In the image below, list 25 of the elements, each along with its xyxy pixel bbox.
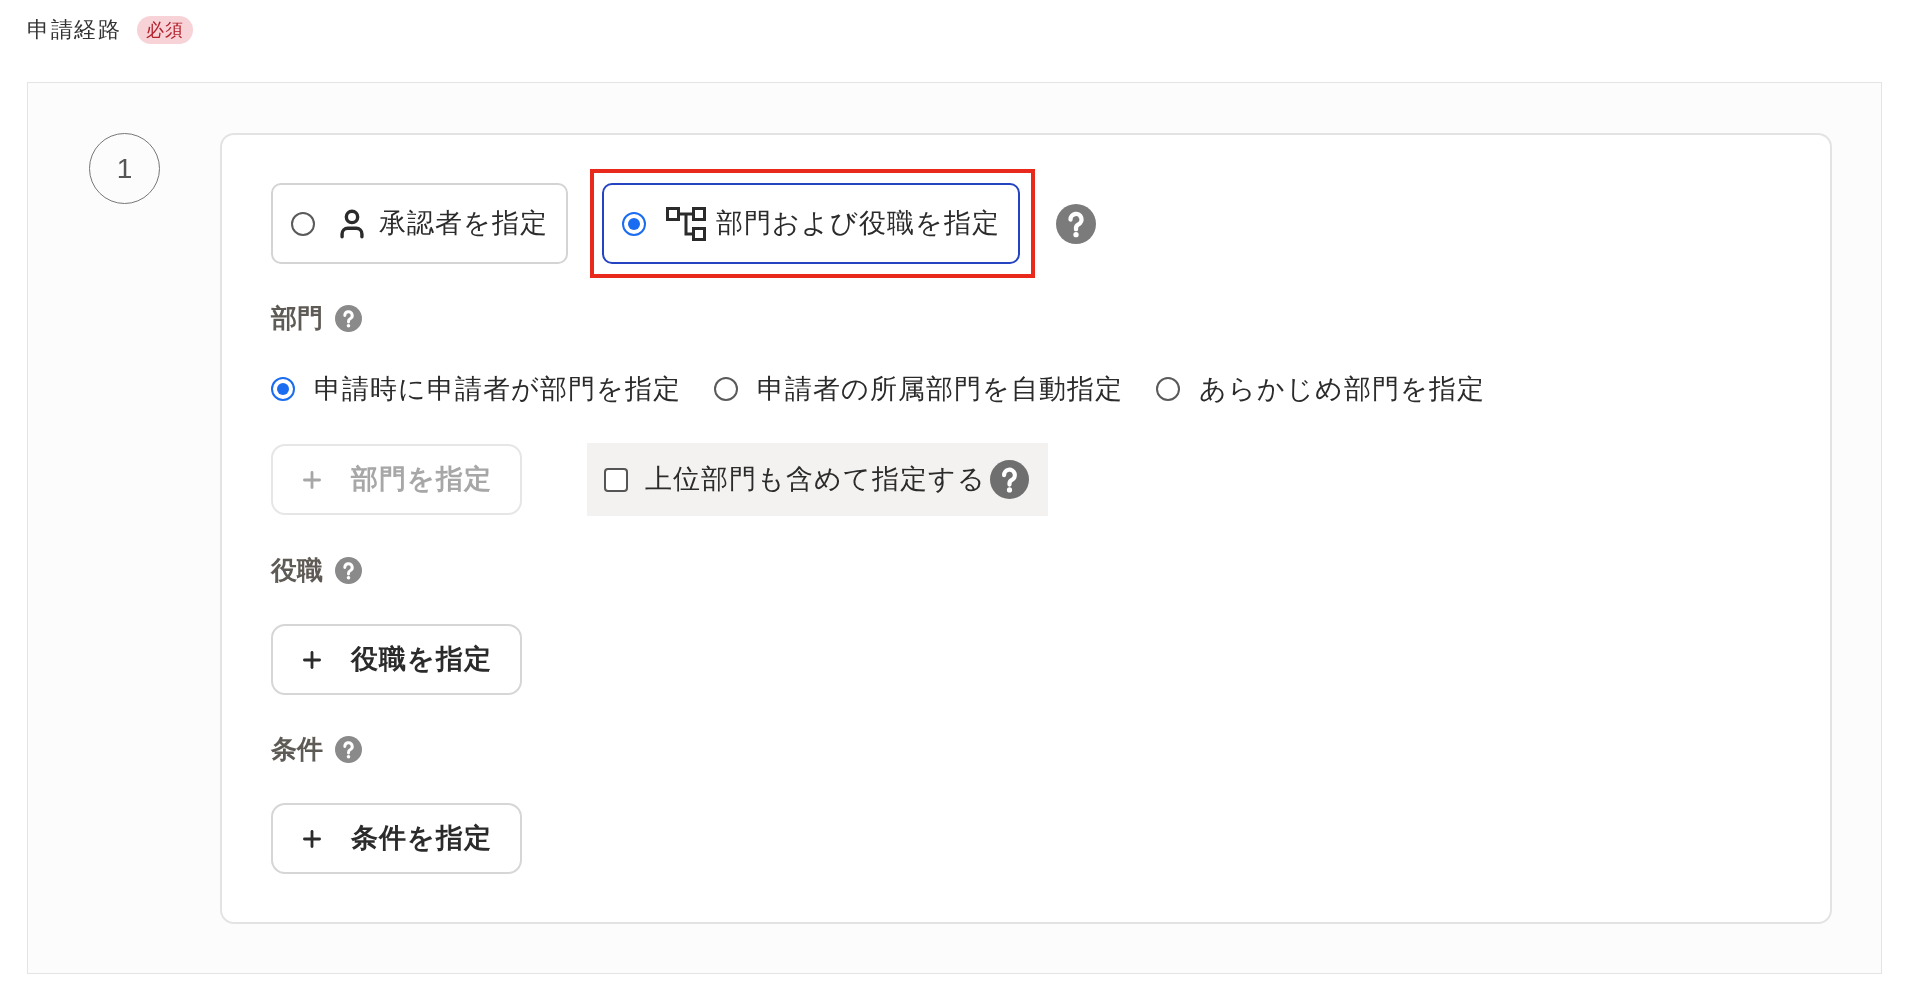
radio-button[interactable] <box>714 377 738 401</box>
field-label: 申請経路 <box>27 19 121 41</box>
required-badge: 必須 <box>137 16 193 44</box>
help-icon[interactable] <box>335 735 362 763</box>
approver-mode-option[interactable]: 承認者を指定 <box>271 183 568 264</box>
approver-mode-option[interactable]: 部門および役職を指定 <box>602 183 1020 264</box>
help-icon[interactable] <box>990 460 1029 499</box>
section-label: 部門 <box>271 305 323 331</box>
radio-option[interactable]: あらかじめ部門を指定 <box>1156 368 1485 410</box>
help-icon[interactable] <box>335 556 362 584</box>
org-chart-icon <box>666 206 706 241</box>
add-button[interactable]: 条件を指定 <box>271 803 522 874</box>
help-icon[interactable] <box>1056 203 1096 244</box>
radio-button[interactable] <box>622 211 646 236</box>
add-button[interactable]: 役職を指定 <box>271 624 522 695</box>
radio-button[interactable] <box>291 211 315 236</box>
section-label: 役職 <box>271 557 323 583</box>
radio-button[interactable] <box>271 377 295 401</box>
help-icon[interactable] <box>335 304 362 332</box>
checkbox[interactable] <box>604 467 628 492</box>
radio-button[interactable] <box>1156 377 1180 401</box>
radio-option[interactable]: 申請者の所属部門を自動指定 <box>714 368 1123 410</box>
checkbox-option[interactable]: 上位部門も含めて指定する <box>604 459 986 500</box>
section-label: 条件 <box>271 736 323 762</box>
radio-option[interactable]: 申請時に申請者が部門を指定 <box>271 368 681 410</box>
